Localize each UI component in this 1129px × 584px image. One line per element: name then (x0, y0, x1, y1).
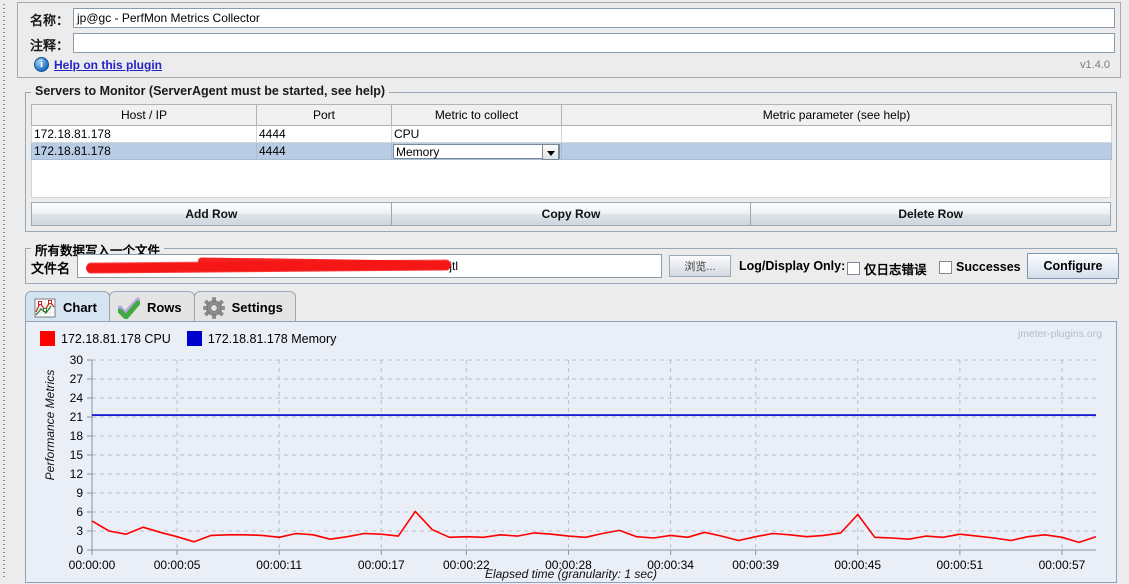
svg-text:6: 6 (76, 505, 83, 519)
version-label: v1.4.0 (1080, 59, 1110, 71)
help-on-this-plugin-link[interactable]: Help on this plugin (54, 58, 162, 72)
tab-rows[interactable]: Rows (108, 291, 195, 323)
filename-label: 文件名 (31, 261, 71, 276)
cell-metric-editor[interactable]: Memory (391, 142, 562, 160)
svg-text:21: 21 (70, 410, 84, 424)
svg-text:27: 27 (70, 372, 84, 386)
svg-text:0: 0 (76, 543, 83, 557)
servers-group-title: Servers to Monitor (ServerAgent must be … (31, 84, 390, 98)
column-header-host[interactable]: Host / IP (31, 104, 257, 126)
successes-checkbox[interactable] (939, 260, 952, 274)
name-label: 名称： (30, 13, 70, 28)
chart-plot-area[interactable]: 0 3 6 9 12 15 18 21 24 27 30 00:00:00 00:00:05 00:00:… (26, 322, 1116, 582)
add-row-button[interactable]: Add Row (31, 202, 392, 226)
main-panel: 名称： jp@gc - PerfMon Metrics Collector 注释… (9, 0, 1129, 584)
cell-metric[interactable]: CPU (391, 125, 562, 143)
tab-settings-label: Settings (231, 300, 283, 315)
log-display-only-label: Log/Display Only: (739, 259, 846, 273)
metric-combobox-value: Memory (396, 144, 440, 159)
svg-text:00:00:11: 00:00:11 (256, 558, 302, 572)
errors-only-label: 仅日志错误 (864, 263, 927, 277)
comment-input[interactable] (73, 33, 1115, 53)
table-header-row: Host / IP Port Metric to collect Metric … (31, 104, 1112, 126)
perfmon-collector-window: 名称： jp@gc - PerfMon Metrics Collector 注释… (0, 0, 1129, 584)
help-row: i Help on this plugin (34, 57, 162, 72)
configure-button[interactable]: Configure (1027, 253, 1119, 279)
metric-combobox[interactable]: Memory (393, 143, 560, 160)
cell-port[interactable]: 4444 (256, 142, 392, 160)
filename-input[interactable]: .jtl (77, 254, 662, 278)
table-row[interactable]: 172.18.81.178 4444 Memory (31, 142, 1112, 160)
successes-checkbox-wrap[interactable]: Successes (939, 260, 1021, 274)
column-header-metric[interactable]: Metric to collect (391, 104, 562, 126)
drag-handle-strip[interactable] (0, 0, 9, 584)
svg-text:3: 3 (76, 524, 83, 538)
svg-text:00:00:17: 00:00:17 (358, 558, 405, 572)
svg-text:18: 18 (70, 429, 84, 443)
copy-row-button[interactable]: Copy Row (390, 202, 752, 226)
cell-parameter[interactable] (561, 142, 1112, 160)
cell-host[interactable]: 172.18.81.178 (31, 142, 257, 160)
tab-chart[interactable]: Chart (25, 291, 110, 323)
column-header-port[interactable]: Port (256, 104, 392, 126)
successes-label: Successes (956, 260, 1021, 274)
svg-text:00:00:05: 00:00:05 (154, 558, 201, 572)
chart-panel: 172.18.81.178 CPU 172.18.81.178 Memory j… (25, 321, 1117, 583)
info-icon: i (34, 57, 49, 72)
cell-host[interactable]: 172.18.81.178 (31, 125, 257, 143)
gear-icon (202, 296, 225, 319)
svg-text:9: 9 (76, 486, 83, 500)
svg-text:24: 24 (70, 391, 84, 405)
svg-text:00:00:00: 00:00:00 (69, 558, 116, 572)
name-input[interactable]: jp@gc - PerfMon Metrics Collector (73, 8, 1115, 28)
chart-icon (34, 297, 56, 319)
tab-rows-label: Rows (146, 300, 182, 315)
column-header-parameter[interactable]: Metric parameter (see help) (561, 104, 1112, 126)
delete-row-button[interactable]: Delete Row (750, 202, 1112, 226)
browse-button[interactable]: 浏览... (669, 255, 731, 277)
svg-text:00:00:39: 00:00:39 (732, 558, 779, 572)
name-comment-box: 名称： jp@gc - PerfMon Metrics Collector 注释… (17, 2, 1121, 78)
servers-table: Host / IP Port Metric to collect Metric … (31, 104, 1112, 160)
check-icon (117, 297, 141, 319)
cell-parameter[interactable] (561, 125, 1112, 143)
svg-text:00:00:22: 00:00:22 (443, 558, 490, 572)
chevron-down-icon[interactable] (542, 143, 559, 160)
svg-text:00:00:28: 00:00:28 (545, 558, 592, 572)
svg-text:12: 12 (70, 467, 84, 481)
svg-text:15: 15 (70, 448, 84, 462)
tab-settings[interactable]: Settings (193, 291, 296, 323)
tab-bar: Chart Rows Settings (25, 289, 296, 323)
row-actions-toolbar: Add Row Copy Row Delete Row (31, 202, 1112, 226)
svg-text:00:00:34: 00:00:34 (647, 558, 694, 572)
table-row[interactable]: 172.18.81.178 4444 CPU (31, 125, 1112, 143)
cell-port[interactable]: 4444 (256, 125, 392, 143)
tab-chart-label: Chart (63, 300, 97, 315)
comment-label: 注释： (30, 38, 70, 53)
drag-dots-icon (3, 4, 5, 580)
errors-only-checkbox-wrap[interactable]: 仅日志错误 (847, 259, 927, 278)
svg-text:00:00:57: 00:00:57 (1039, 558, 1086, 572)
svg-text:00:00:45: 00:00:45 (834, 558, 881, 572)
errors-only-checkbox[interactable] (847, 262, 860, 275)
servers-table-empty-area[interactable] (31, 160, 1111, 198)
svg-text:00:00:51: 00:00:51 (937, 558, 984, 572)
svg-text:30: 30 (70, 353, 84, 367)
